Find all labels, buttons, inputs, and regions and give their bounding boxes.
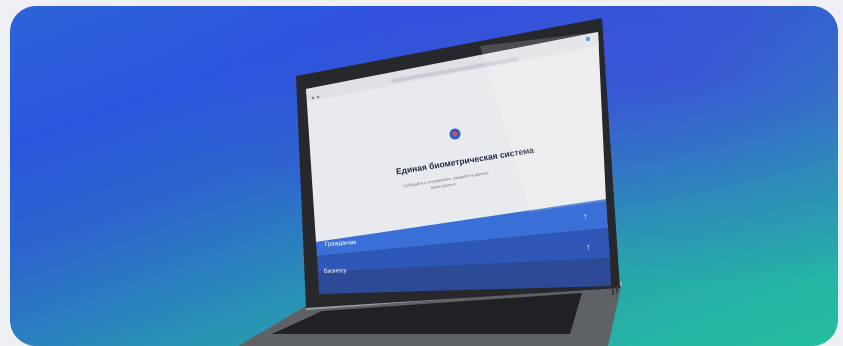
arrow-up-icon: ↑ xyxy=(583,211,588,221)
laptop-illustration: Единая биометрическая система Собирайте … xyxy=(238,18,622,346)
arrow-up-icon: ↑ xyxy=(586,242,591,252)
bar-bottom-label: Бизнесу xyxy=(324,268,347,275)
browser-dots-icon xyxy=(311,96,315,100)
promo-banner: Единая биометрическая система Собирайте … xyxy=(10,6,838,346)
